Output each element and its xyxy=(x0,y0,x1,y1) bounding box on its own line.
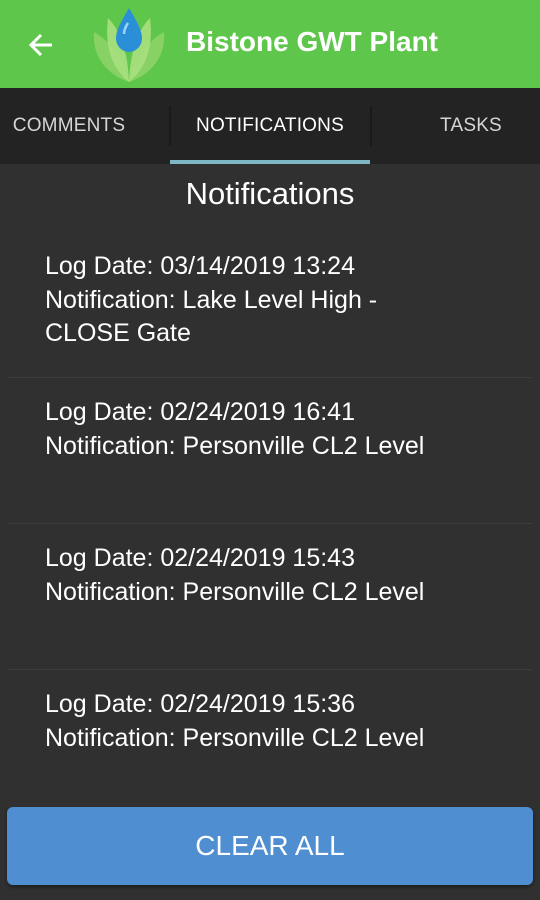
clear-all-button[interactable]: CLEAR ALL xyxy=(7,807,533,885)
page-title: Notifications xyxy=(185,176,355,211)
tab-tasks[interactable]: TASKS xyxy=(402,88,540,164)
app-title: Bistone GWT Plant xyxy=(186,26,438,57)
notification-message: Notification: Personville CL2 Level xyxy=(45,723,425,752)
notification-text: Log Date: 02/24/2019 15:36 Notification:… xyxy=(45,688,445,755)
log-date: Log Date: 02/24/2019 16:41 xyxy=(45,398,355,426)
active-tab-indicator xyxy=(170,160,370,164)
list-item[interactable]: Log Date: 02/24/2019 15:36 Notification:… xyxy=(8,670,532,815)
log-date: Log Date: 02/24/2019 15:36 xyxy=(45,690,355,718)
tab-notifications[interactable]: NOTIFICATIONS xyxy=(170,88,370,164)
list-item[interactable]: Log Date: 02/24/2019 15:43 Notification:… xyxy=(8,524,532,670)
log-date: Log Date: 03/14/2019 13:24 xyxy=(45,252,355,280)
notification-text: Log Date: 02/24/2019 16:41 Notification:… xyxy=(45,396,445,463)
tab-divider xyxy=(370,106,372,146)
tab-bar: COMMENTS NOTIFICATIONS TASKS xyxy=(0,88,540,164)
water-drop-leaves-logo xyxy=(93,8,165,82)
log-date: Log Date: 02/24/2019 15:43 xyxy=(45,544,355,572)
notification-message: Notification: Lake Level High - CLOSE Ga… xyxy=(45,285,378,348)
list-item[interactable]: Log Date: 03/14/2019 13:24 Notification:… xyxy=(8,232,532,378)
notification-text: Log Date: 02/24/2019 15:43 Notification:… xyxy=(45,542,445,609)
notification-message: Notification: Personville CL2 Level xyxy=(45,431,425,460)
plant-logo xyxy=(86,4,172,86)
app-toolbar: Bistone GWT Plant xyxy=(0,0,540,88)
notification-list: Log Date: 03/14/2019 13:24 Notification:… xyxy=(8,232,532,815)
list-item[interactable]: Log Date: 02/24/2019 16:41 Notification:… xyxy=(8,378,532,524)
back-button[interactable] xyxy=(20,24,62,66)
notification-message: Notification: Personville CL2 Level xyxy=(45,577,425,606)
arrow-left-icon xyxy=(28,33,52,57)
notification-text: Log Date: 03/14/2019 13:24 Notification:… xyxy=(45,250,445,351)
app-screen: Bistone GWT Plant COMMENTS NOTIFICATIONS… xyxy=(0,0,540,900)
tab-comments[interactable]: COMMENTS xyxy=(0,88,138,164)
